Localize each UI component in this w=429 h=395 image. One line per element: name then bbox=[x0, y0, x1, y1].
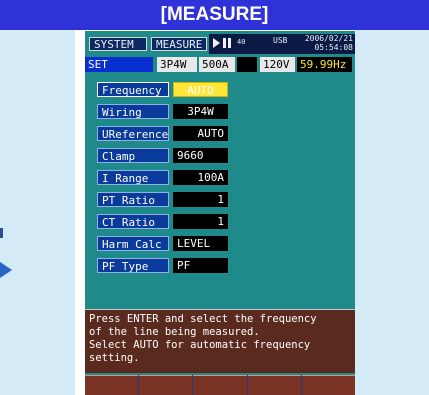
tab-measure[interactable]: MEASURE bbox=[151, 37, 207, 51]
setting-value-frequency[interactable]: AUTO bbox=[173, 82, 228, 97]
usb-indicator: USB bbox=[273, 36, 288, 45]
function-key-f1[interactable] bbox=[85, 375, 139, 395]
frequency-badge: 59.99Hz bbox=[297, 57, 352, 72]
setting-value-ureference[interactable]: AUTO bbox=[173, 126, 228, 141]
setting-value-harm-calc[interactable]: LEVEL bbox=[173, 236, 228, 251]
left-side-panel bbox=[0, 30, 75, 395]
time-display: 05:54:08 bbox=[314, 43, 353, 52]
help-line: Press ENTER and select the frequency bbox=[89, 313, 317, 325]
page-banner-title: [MEASURE] bbox=[0, 0, 429, 30]
current-range-badge: 500A bbox=[199, 57, 235, 72]
setting-value-clamp[interactable]: 9660 bbox=[173, 148, 228, 163]
device-screen: SYSTEM MEASURE 40 USB 2006/02/21 05:54:0… bbox=[85, 31, 355, 395]
wiring-badge: 3P4W bbox=[157, 57, 197, 72]
set-mode-label: SET bbox=[85, 57, 153, 72]
setting-label-clamp: Clamp bbox=[97, 148, 169, 163]
function-key-f2[interactable] bbox=[139, 375, 193, 395]
setting-value-pf-type[interactable]: PF bbox=[173, 258, 228, 273]
help-line: Select AUTO for automatic frequency bbox=[89, 339, 311, 351]
setting-label-harm-calc: Harm Calc bbox=[97, 236, 169, 251]
setting-label-ct-ratio: CT Ratio bbox=[97, 214, 169, 229]
setting-value-ct-ratio[interactable]: 1 bbox=[173, 214, 228, 229]
setting-value-pt-ratio[interactable]: 1 bbox=[173, 192, 228, 207]
right-side-panel bbox=[355, 30, 429, 395]
function-key-f5[interactable] bbox=[301, 375, 355, 395]
function-key-f3[interactable] bbox=[193, 375, 247, 395]
setting-label-pf-type: PF Type bbox=[97, 258, 169, 273]
tab-system[interactable]: SYSTEM bbox=[89, 37, 147, 51]
side-marker bbox=[0, 228, 3, 238]
setting-value-wiring[interactable]: 3P4W bbox=[173, 104, 228, 119]
setting-label-ureference: UReference bbox=[97, 126, 169, 141]
setting-label-wiring: Wiring bbox=[97, 104, 169, 119]
voltage-badge: 120V bbox=[260, 57, 295, 72]
help-line: setting. bbox=[89, 352, 140, 364]
setting-value-i-range[interactable]: 100A bbox=[173, 170, 228, 185]
setting-label-i-range: I Range bbox=[97, 170, 169, 185]
function-key-bar bbox=[85, 375, 355, 395]
pointer-arrow-icon bbox=[0, 262, 12, 278]
status-area: 40 USB 2006/02/21 05:54:08 bbox=[209, 34, 355, 54]
help-line: of the line being measured. bbox=[89, 326, 260, 338]
setting-label-frequency: Frequency bbox=[97, 82, 169, 97]
blank-badge bbox=[237, 57, 257, 72]
function-key-f4[interactable] bbox=[247, 375, 301, 395]
pause-icon bbox=[223, 38, 231, 48]
help-message-box: Press ENTER and select the frequency of … bbox=[85, 309, 355, 373]
date-display: 2006/02/21 bbox=[304, 34, 353, 43]
play-icon bbox=[213, 38, 220, 48]
setting-label-pt-ratio: PT Ratio bbox=[97, 192, 169, 207]
pause-count: 40 bbox=[237, 38, 246, 46]
